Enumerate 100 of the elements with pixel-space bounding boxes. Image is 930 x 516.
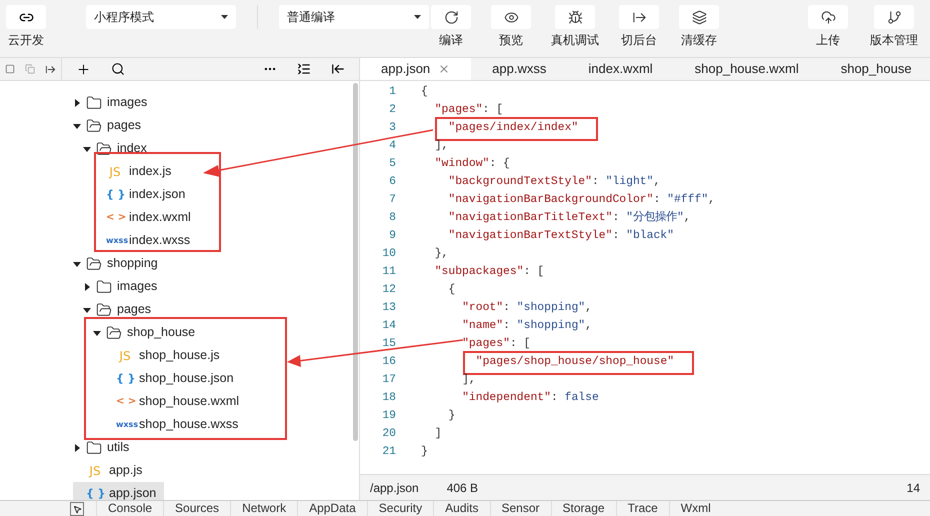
code-line: "name": "shopping", <box>462 318 592 334</box>
tree-item[interactable]: { } shop_house.json <box>103 367 242 390</box>
file-type-icon: JS <box>86 464 104 476</box>
code-line: { <box>448 282 456 298</box>
line-number: 5 <box>388 157 396 172</box>
panel-arrow-icon[interactable] <box>45 64 56 74</box>
file-type-icon: { } <box>86 488 104 499</box>
code-line: { <box>421 84 428 100</box>
scrollbar[interactable] <box>353 83 358 441</box>
tree-item[interactable]: pages <box>83 298 160 321</box>
editor-tab[interactable]: shop_house <box>820 58 930 80</box>
line-number: 21 <box>381 445 396 460</box>
code-line: ], <box>462 372 476 388</box>
tree-item[interactable]: shop_house <box>93 321 204 344</box>
tree-item[interactable]: JS app.js <box>73 459 150 482</box>
toolbar-icon-button[interactable] <box>808 5 848 29</box>
code-line: ] <box>434 426 442 442</box>
file-type-icon: < > <box>116 396 134 406</box>
toolbar-label: 清缓存 <box>681 34 717 46</box>
toolbar-label: 上传 <box>816 34 840 46</box>
tree-item[interactable]: JS index.js <box>93 160 180 183</box>
square-icon[interactable] <box>5 64 15 74</box>
caret-icon[interactable] <box>83 282 91 290</box>
devtools-tab[interactable]: Console <box>96 501 164 516</box>
add-icon[interactable] <box>76 62 91 76</box>
line-number: 10 <box>381 247 396 262</box>
code-line: "independent": false <box>462 390 599 406</box>
file-size: 406 B <box>446 480 478 496</box>
tree-item[interactable]: index <box>83 137 155 160</box>
tree-item[interactable]: shopping <box>73 252 166 275</box>
toolbar-icon-button[interactable] <box>619 5 659 29</box>
devtools-tab[interactable]: Trace <box>616 501 669 516</box>
file-type-icon: { } <box>106 189 124 200</box>
line-number: 2 <box>388 103 396 118</box>
devtools-tab[interactable]: Security <box>366 501 434 516</box>
toolbar-label: 云开发 <box>8 34 44 46</box>
toolbar-icon-button[interactable] <box>874 5 914 29</box>
line-number: 6 <box>388 175 396 190</box>
line-number: 9 <box>388 229 396 244</box>
inspect-icon[interactable] <box>70 502 84 516</box>
collapse-list-icon[interactable] <box>297 62 311 76</box>
devtools-tab[interactable]: Sources <box>163 501 230 516</box>
tree-item[interactable]: { } index.json <box>93 183 194 206</box>
eye-icon <box>504 10 518 24</box>
code-line: "pages/index/index" <box>448 120 578 136</box>
caret-icon[interactable] <box>73 122 81 130</box>
cloud-upload-icon <box>820 10 836 24</box>
tree-item[interactable]: JS shop_house.js <box>103 344 228 367</box>
mode-dropdown[interactable]: 小程序模式 <box>86 5 236 29</box>
panel-arrow-icon[interactable] <box>331 62 345 76</box>
code-line: ], <box>434 138 448 154</box>
line-number: 13 <box>381 301 396 316</box>
caret-icon[interactable] <box>73 98 81 106</box>
line-number: 19 <box>381 409 396 424</box>
code-line: "navigationBarTitleText": "分包操作", <box>448 210 691 226</box>
cursor-line: 14 <box>906 480 920 496</box>
caret-icon[interactable] <box>83 306 91 314</box>
code-line: "pages": [ <box>434 102 504 118</box>
devtools-tab[interactable]: Audits <box>433 501 490 516</box>
line-number: 14 <box>381 319 396 334</box>
editor-tab[interactable]: shop_house.wxml <box>674 58 820 80</box>
editor-tab[interactable]: index.wxml <box>567 58 674 80</box>
toolbar-icon-button[interactable] <box>555 5 595 29</box>
close-icon[interactable] <box>438 63 450 75</box>
tree-item[interactable]: < > index.wxml <box>93 206 199 229</box>
toolbar-icon-button[interactable] <box>679 5 719 29</box>
tree-item[interactable]: { } app.json <box>73 482 164 500</box>
dropdown-caret-icon <box>414 15 421 19</box>
code-line: } <box>448 408 456 424</box>
caret-icon[interactable] <box>93 328 101 336</box>
editor-tab[interactable]: app.wxss <box>471 58 568 80</box>
devtools-tab[interactable]: Wxml <box>668 501 722 516</box>
devtools-tab[interactable]: Sensor <box>490 501 551 516</box>
tree-item[interactable]: utils <box>73 436 138 459</box>
tree-item[interactable]: wxssindex.wxss <box>93 229 198 252</box>
caret-icon[interactable] <box>73 260 81 268</box>
tree-item[interactable]: wxssshop_house.wxss <box>103 413 246 436</box>
caret-icon[interactable] <box>73 444 81 452</box>
code-line: "pages/shop_house/shop_house" <box>476 354 674 370</box>
dropdown-caret-icon <box>221 15 228 19</box>
editor-tab[interactable]: app.json <box>360 58 472 80</box>
branch-icon <box>886 10 902 24</box>
devtools-tab[interactable]: AppData <box>297 501 367 516</box>
tree-item[interactable]: < > shop_house.wxml <box>103 390 248 413</box>
code-line: "navigationBarTextStyle": "black" <box>448 228 674 244</box>
devtools-tab[interactable]: Network <box>230 501 298 516</box>
file-type-icon: JS <box>116 350 134 362</box>
code-line: "subpackages": [ <box>434 264 544 280</box>
tree-item[interactable]: images <box>73 91 156 114</box>
tree-item[interactable]: images <box>83 275 166 298</box>
devtools-tab[interactable]: Storage <box>550 501 616 516</box>
compile-dropdown[interactable]: 普通编译 <box>279 5 429 29</box>
line-number: 20 <box>381 427 396 442</box>
line-number: 3 <box>388 121 396 136</box>
caret-icon[interactable] <box>83 144 91 152</box>
tree-item[interactable]: pages <box>73 114 150 137</box>
toolbar-icon-button[interactable] <box>491 5 531 29</box>
toolbar-icon-button[interactable] <box>431 5 471 29</box>
toolbar-icon-button[interactable] <box>6 5 46 29</box>
search-icon[interactable] <box>111 62 125 76</box>
